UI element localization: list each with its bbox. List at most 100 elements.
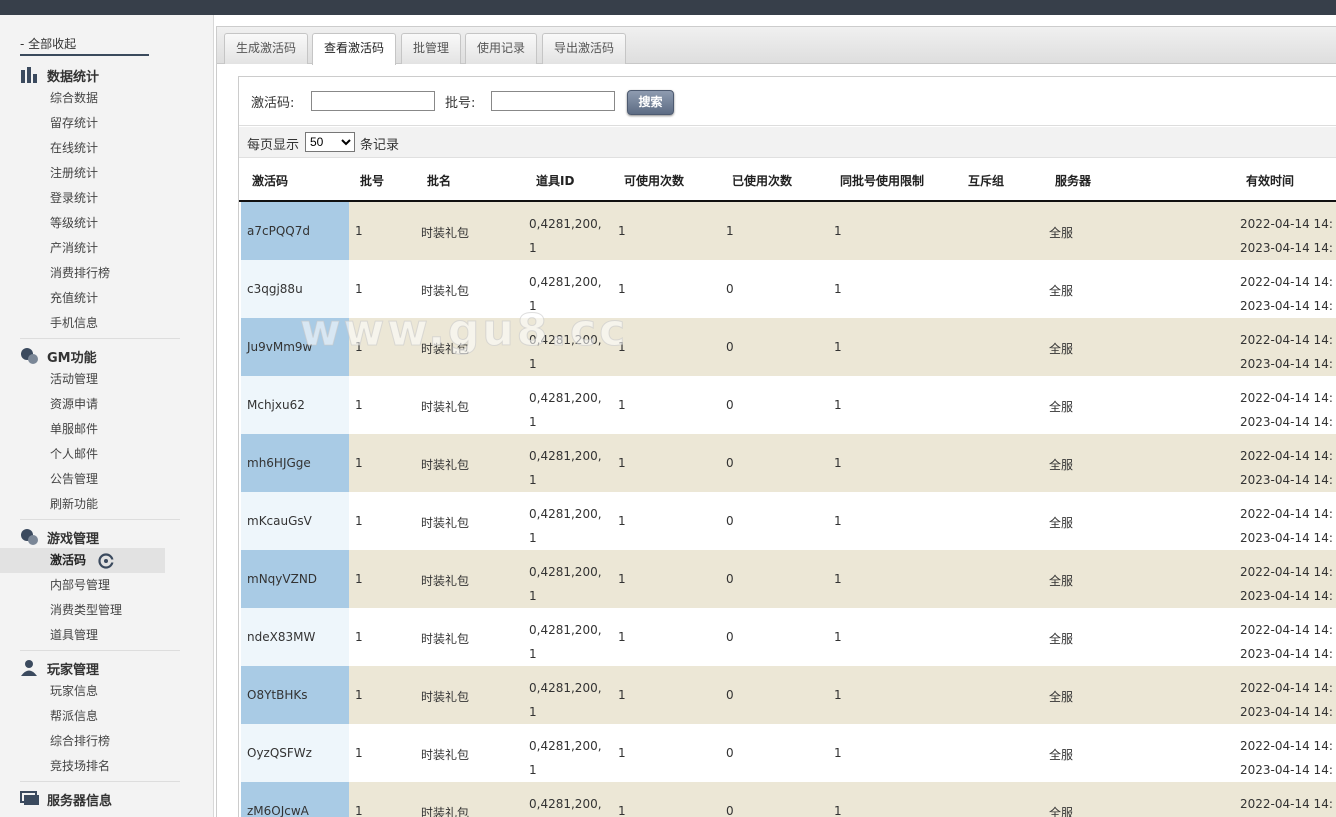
item-id-line2: 1 [529, 531, 537, 545]
sidebar-item-label: 激活码 [50, 553, 87, 567]
valid-until: 2023-04-14 14: [1240, 241, 1333, 255]
sidebar-item-activation-code[interactable]: 激活码 [0, 548, 165, 573]
table-row[interactable]: mKcauGsV 1 时装礼包 0,4281,200, 1 1 0 1 全服 20… [241, 492, 1336, 550]
header-server[interactable]: 服务器 [1055, 172, 1091, 189]
sidebar-item-guild-info[interactable]: 帮派信息 [0, 704, 165, 729]
header-usable-count[interactable]: 可使用次数 [624, 172, 684, 189]
item-id-cell: 0,4281,200, 1 [529, 328, 602, 376]
search-button[interactable]: 搜索 [627, 90, 674, 115]
table-row[interactable]: OyzQSFWz 1 时装礼包 0,4281,200, 1 1 0 1 全服 20… [241, 724, 1336, 782]
sidebar-item-arena-rank[interactable]: 竞技场排名 [0, 754, 165, 779]
sidebar-item-personal-mail[interactable]: 个人邮件 [0, 442, 165, 467]
tab-usage-records[interactable]: 使用记录 [465, 33, 538, 64]
used-count-cell: 1 [726, 224, 734, 238]
item-id-line2: 1 [529, 705, 537, 719]
sidebar-item-overview[interactable]: 综合数据 [0, 86, 165, 111]
batch-name-cell: 时装礼包 [421, 458, 470, 472]
sidebar-item-internal-accounts[interactable]: 内部号管理 [0, 573, 165, 598]
tab-view-codes[interactable]: 查看激活码 [312, 33, 397, 65]
header-item-id[interactable]: 道具ID [536, 172, 574, 189]
table-row[interactable]: c3qgj88u 1 时装礼包 0,4281,200, 1 1 0 1 全服 20… [241, 260, 1336, 318]
sidebar-item-player-info[interactable]: 玩家信息 [0, 679, 165, 704]
code-cell: O8YtBHKs [247, 688, 308, 702]
batch-name-cell: 时装礼包 [421, 632, 470, 646]
table-row[interactable]: a7cPQQ7d 1 时装礼包 0,4281,200, 1 1 1 1 全服 20… [241, 202, 1336, 260]
group-head-player[interactable]: 玩家管理 [20, 657, 180, 679]
valid-time-cell: 2022-04-14 14: 2023-04-14 14: [1240, 328, 1333, 376]
batch-cell: 1 [355, 688, 363, 702]
table-row[interactable]: O8YtBHKs 1 时装礼包 0,4281,200, 1 1 0 1 全服 20… [241, 666, 1336, 724]
nav-group-server: 服务器信息 [20, 788, 180, 810]
header-code[interactable]: 激活码 [252, 172, 288, 189]
sidebar-item-login[interactable]: 登录统计 [0, 186, 165, 211]
used-count-cell: 0 [726, 456, 734, 470]
header-exclusive-group[interactable]: 互斥组 [968, 172, 1004, 189]
per-page-select[interactable]: 50 [305, 132, 355, 152]
table-row[interactable]: Mchjxu62 1 时装礼包 0,4281,200, 1 1 0 1 全服 20… [241, 376, 1336, 434]
valid-until: 2023-04-14 14: [1240, 473, 1333, 487]
sidebar-item-level[interactable]: 等级统计 [0, 211, 165, 236]
header-valid-time[interactable]: 有效时间 [1246, 172, 1294, 189]
header-batch[interactable]: 批号 [360, 172, 384, 189]
sidebar-item-items[interactable]: 道具管理 [0, 623, 165, 648]
table-row[interactable]: Ju9vMm9w 1 时装礼包 0,4281,200, 1 1 0 1 全服 20… [241, 318, 1336, 376]
item-id-line1: 0,4281,200, [529, 333, 602, 347]
collapse-all-link[interactable]: - 全部收起 [20, 35, 149, 56]
codes-panel: 激活码: 批号: 搜索 每页显示 50 条记录 激活码 批号 批名 道具ID 可… [238, 76, 1336, 817]
table-row[interactable]: mNqyVZND 1 时装礼包 0,4281,200, 1 1 0 1 全服 20… [241, 550, 1336, 608]
item-id-cell: 0,4281,200, 1 [529, 618, 602, 666]
tab-generate-codes[interactable]: 生成激活码 [224, 33, 309, 64]
sidebar-item-refresh[interactable]: 刷新功能 [0, 492, 165, 517]
sidebar-item-activity[interactable]: 活动管理 [0, 367, 165, 392]
sidebar-item-production[interactable]: 产消统计 [0, 236, 165, 261]
code-search-input[interactable] [311, 91, 435, 111]
sidebar-item-recharge[interactable]: 充值统计 [0, 286, 165, 311]
sidebar-item-overall-rank[interactable]: 综合排行榜 [0, 729, 165, 754]
batch-limit-cell: 1 [834, 282, 842, 296]
server-cell: 全服 [1049, 342, 1074, 356]
header-used-count[interactable]: 已使用次数 [732, 172, 792, 189]
item-id-line1: 0,4281,200, [529, 217, 602, 231]
group-head-server[interactable]: 服务器信息 [20, 788, 180, 810]
sidebar-item-resource-request[interactable]: 资源申请 [0, 392, 165, 417]
sidebar-item-server-mail[interactable]: 单服邮件 [0, 417, 165, 442]
server-cell: 全服 [1049, 574, 1074, 588]
item-id-line2: 1 [529, 473, 537, 487]
sidebar-item-retention[interactable]: 留存统计 [0, 111, 165, 136]
valid-time-cell: 2022-04-14 14: 2023-04-14 14: [1240, 618, 1333, 666]
group-head-gm[interactable]: GM功能 [20, 345, 180, 367]
batch-label: 批号: [445, 96, 476, 111]
batch-limit-cell: 1 [834, 630, 842, 644]
item-id-cell: 0,4281,200, 1 [529, 386, 602, 434]
used-count-cell: 0 [726, 630, 734, 644]
used-count-cell: 0 [726, 572, 734, 586]
table-row[interactable]: mh6HJGge 1 时装礼包 0,4281,200, 1 1 0 1 全服 20… [241, 434, 1336, 492]
valid-time-cell: 2022-04-14 14: 2023-04-14 14: [1240, 560, 1333, 608]
table-row[interactable]: ndeX83MW 1 时装礼包 0,4281,200, 1 1 0 1 全服 20… [241, 608, 1336, 666]
sidebar-item-announcement[interactable]: 公告管理 [0, 467, 165, 492]
group-title: 数据统计 [47, 69, 100, 85]
header-batch-limit[interactable]: 同批号使用限制 [840, 172, 924, 189]
item-id-line1: 0,4281,200, [529, 565, 602, 579]
code-cell: c3qgj88u [247, 282, 303, 296]
sidebar-item-phone-info[interactable]: 手机信息 [0, 311, 165, 336]
item-id-line1: 0,4281,200, [529, 275, 602, 289]
tab-export-codes[interactable]: 导出激活码 [542, 33, 627, 64]
batch-search-input[interactable] [491, 91, 615, 111]
tab-batch-management[interactable]: 批管理 [401, 33, 462, 64]
sidebar-item-online[interactable]: 在线统计 [0, 136, 165, 161]
used-count-cell: 0 [726, 804, 734, 817]
table-row[interactable]: zM6OJcwA 1 时装礼包 0,4281,200,1 1 0 1 全服 20… [241, 782, 1336, 817]
search-form: 激活码: 批号: 搜索 [239, 77, 1336, 126]
server-cell: 全服 [1049, 458, 1074, 472]
valid-from: 2022-04-14 14: [1240, 449, 1333, 463]
group-head-game[interactable]: 游戏管理 [20, 526, 180, 548]
sidebar-item-consumption-types[interactable]: 消费类型管理 [0, 598, 165, 623]
header-batch-name[interactable]: 批名 [427, 172, 451, 189]
group-head-statistics[interactable]: 数据统计 [20, 64, 180, 86]
item-id-line2: 1 [529, 763, 537, 777]
batch-name-cell: 时装礼包 [421, 748, 470, 762]
sidebar-item-register[interactable]: 注册统计 [0, 161, 165, 186]
batch-limit-cell: 1 [834, 514, 842, 528]
sidebar-item-spending-rank[interactable]: 消费排行榜 [0, 261, 165, 286]
